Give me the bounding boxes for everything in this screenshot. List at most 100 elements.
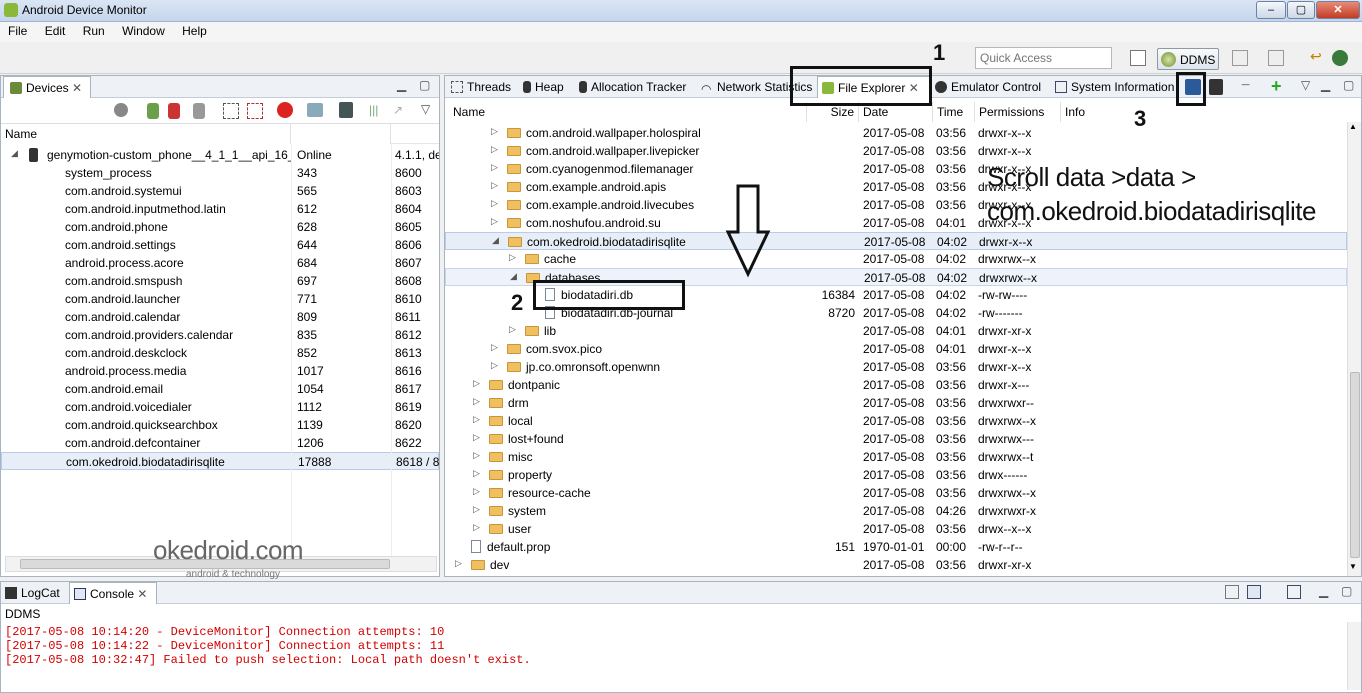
file-row[interactable]: default.prop 151 1970-01-01 00:00 -rw-r--r-- [445, 538, 1347, 556]
systrace-icon[interactable]: ||| [369, 103, 378, 117]
push-file-icon[interactable] [1209, 79, 1223, 95]
expand-arrow-icon[interactable]: ▷ [473, 450, 480, 461]
close-tab-icon[interactable]: ✕ [137, 587, 147, 601]
maximize-button[interactable]: ▢ [1287, 1, 1315, 19]
expand-arrow-icon[interactable]: ▷ [473, 378, 480, 389]
folder-row[interactable]: ▷ dontpanic 2017-05-08 03:56 drwxr-x--- [445, 376, 1347, 394]
open-perspective-icon[interactable] [1130, 50, 1146, 66]
update-threads-icon[interactable] [223, 103, 239, 119]
expand-arrow-icon[interactable]: ▷ [473, 396, 480, 407]
new-folder-icon[interactable]: + [1271, 76, 1282, 97]
minimize-button[interactable]: – [1256, 1, 1286, 19]
update-heap-icon[interactable] [147, 103, 159, 119]
stop-process-icon[interactable] [277, 102, 293, 118]
devices-col-2[interactable] [291, 124, 391, 144]
dump-hprof-icon[interactable] [168, 103, 180, 119]
menu-edit[interactable]: Edit [45, 22, 66, 38]
process-row[interactable]: com.android.launcher 771 8610 [1, 290, 439, 308]
folder-row[interactable]: ▷ dev 2017-05-08 03:56 drwxr-xr-x [445, 556, 1347, 574]
minimize-view-icon[interactable]: ▁ [397, 78, 406, 92]
expand-arrow-icon[interactable]: ◢ [11, 148, 18, 159]
folder-row[interactable]: ▷ com.android.wallpaper.holospiral 2017-05… [445, 124, 1347, 142]
undo-arrow-icon[interactable]: ↩ [1310, 48, 1326, 64]
expand-arrow-icon[interactable]: ▷ [491, 126, 498, 137]
devices-col-name[interactable]: Name [1, 124, 291, 144]
folder-row[interactable]: ▷ user 2017-05-08 03:56 drwx--x--x [445, 520, 1347, 538]
folder-row[interactable]: ▷ lib 2017-05-08 04:01 drwxr-xr-x [445, 322, 1347, 340]
folder-row[interactable]: ▷ com.example.android.apis 2017-05-08 03:56… [445, 178, 1347, 196]
menu-window[interactable]: Window [122, 22, 165, 38]
tab-heap[interactable]: Heap [523, 76, 564, 98]
expand-arrow-icon[interactable]: ▷ [473, 486, 480, 497]
col-permissions[interactable]: Permissions [975, 102, 1061, 122]
expand-arrow-icon[interactable]: ▷ [491, 162, 498, 173]
open-console-icon[interactable] [1287, 585, 1301, 599]
view-menu-icon[interactable]: ▽ [1301, 78, 1310, 92]
process-row[interactable]: com.android.voicedialer 1112 8619 [1, 398, 439, 416]
col-time[interactable]: Time [933, 102, 975, 122]
process-row[interactable]: com.okedroid.biodatadirisqlite 17888 8618 … [1, 452, 439, 470]
debug-process-icon[interactable] [114, 103, 128, 117]
process-row[interactable]: com.android.defcontainer 1206 8622 [1, 434, 439, 452]
dump-view-hierarchy-icon[interactable] [339, 102, 353, 118]
display-console-icon[interactable] [1247, 585, 1261, 599]
folder-row[interactable]: ▷ com.cyanogenmod.filemanager 2017-05-08 03… [445, 160, 1347, 178]
tab-console[interactable]: Console ✕ [69, 582, 157, 604]
start-method-profiling-icon[interactable] [247, 103, 263, 119]
expand-arrow-icon[interactable]: ▷ [473, 414, 480, 425]
process-row[interactable]: com.android.inputmethod.latin 612 8604 [1, 200, 439, 218]
expand-arrow-icon[interactable]: ▷ [491, 216, 498, 227]
tab-allocation-tracker[interactable]: Allocation Tracker [579, 76, 686, 98]
maximize-view-icon[interactable]: ▢ [1341, 584, 1352, 598]
process-row[interactable]: com.android.systemui 565 8603 [1, 182, 439, 200]
folder-row[interactable]: ▷ drm 2017-05-08 03:56 drwxrwxr-- [445, 394, 1347, 412]
collapse-arrow-icon[interactable]: ◢ [492, 235, 499, 246]
debug-icon[interactable] [1332, 50, 1348, 66]
nav-back-icon[interactable] [1232, 50, 1248, 66]
scroll-up-icon[interactable]: ▲ [1349, 122, 1357, 131]
minimize-view-icon[interactable]: ▁ [1319, 584, 1328, 598]
folder-row[interactable]: ▷ system 2017-05-08 04:26 drwxrwxr-x [445, 502, 1347, 520]
tab-system-information[interactable]: System Information [1055, 76, 1174, 98]
folder-row[interactable]: ▷ resource-cache 2017-05-08 03:56 drwxrwx--x [445, 484, 1347, 502]
process-row[interactable]: com.android.calendar 809 8611 [1, 308, 439, 326]
nav-forward-icon[interactable] [1268, 50, 1284, 66]
expand-arrow-icon[interactable]: ▷ [473, 468, 480, 479]
folder-row[interactable]: ▷ local 2017-05-08 03:56 drwxrwx--x [445, 412, 1347, 430]
process-row[interactable]: com.android.phone 628 8605 [1, 218, 439, 236]
process-row[interactable]: android.process.acore 684 8607 [1, 254, 439, 272]
pin-console-icon[interactable] [1225, 585, 1239, 599]
expand-arrow-icon[interactable]: ▷ [491, 360, 498, 371]
folder-row[interactable]: ▷ com.svox.pico 2017-05-08 04:01 drwxr-x--x [445, 340, 1347, 358]
expand-arrow-icon[interactable]: ▷ [491, 180, 498, 191]
process-row[interactable]: com.android.settings 644 8606 [1, 236, 439, 254]
view-menu-icon[interactable]: ▽ [421, 102, 430, 116]
folder-row[interactable]: ▷ cache 2017-05-08 04:02 drwxrwx--x [445, 250, 1347, 268]
ddms-perspective-button[interactable]: DDMS [1157, 48, 1219, 70]
screen-capture-icon[interactable] [307, 103, 323, 117]
scrollbar-thumb[interactable] [1350, 372, 1360, 558]
maximize-view-icon[interactable]: ▢ [1343, 78, 1354, 92]
tab-threads[interactable]: Threads [451, 76, 511, 98]
device-row[interactable]: ◢ genymotion-custom_phone__4_1_1__api_16… [1, 146, 439, 164]
menu-run[interactable]: Run [83, 22, 105, 38]
quick-access-input[interactable] [975, 47, 1112, 69]
process-row[interactable]: com.android.quicksearchbox 1139 8620 [1, 416, 439, 434]
expand-arrow-icon[interactable]: ▷ [473, 432, 480, 443]
expand-arrow-icon[interactable]: ▷ [455, 558, 462, 569]
tab-emulator-control[interactable]: Emulator Control [935, 76, 1041, 98]
expand-arrow-icon[interactable]: ▷ [491, 144, 498, 155]
minimize-view-icon[interactable]: ▁ [1321, 78, 1330, 92]
close-button[interactable]: ✕ [1316, 1, 1360, 19]
maximize-view-icon[interactable]: ▢ [419, 78, 430, 92]
expand-arrow-icon[interactable]: ▷ [491, 342, 498, 353]
process-row[interactable]: com.android.providers.calendar 835 8612 [1, 326, 439, 344]
expand-arrow-icon[interactable]: ▷ [509, 252, 516, 263]
close-tab-icon[interactable]: ✕ [72, 81, 82, 95]
console-scrollbar[interactable] [1347, 622, 1361, 690]
folder-row[interactable]: ▷ property 2017-05-08 03:56 drwx------ [445, 466, 1347, 484]
col-name[interactable]: Name [449, 102, 807, 122]
expand-arrow-icon[interactable]: ▷ [473, 522, 480, 533]
scroll-down-icon[interactable]: ▼ [1349, 562, 1357, 571]
cause-gc-icon[interactable] [193, 103, 205, 119]
